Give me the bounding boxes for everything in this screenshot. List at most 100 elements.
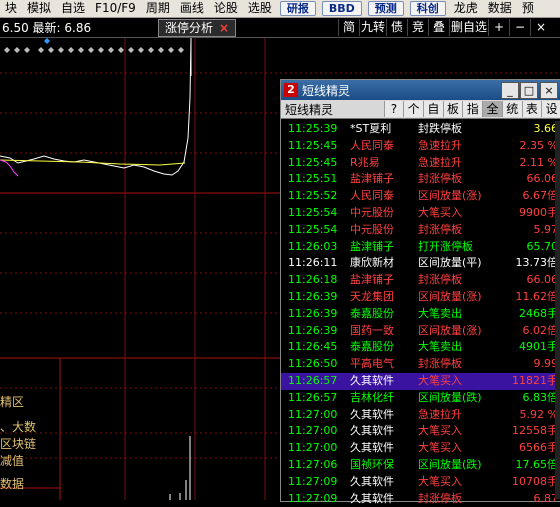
nine-turn-button[interactable]: 九转 (359, 19, 386, 36)
alert-time: 11:25:54 (288, 205, 338, 219)
window-toolbar: 短线精灵 ? 个 自 板 指 全 统 表 设 (281, 100, 560, 119)
sector-panel: 精区 、大数 区块链 减值 数据 (0, 360, 60, 500)
simple-button[interactable]: 简 (338, 19, 359, 36)
alert-row[interactable]: 11:25:54 中元股份 封涨停板 5.97 (281, 222, 560, 239)
scrollbar[interactable] (555, 121, 560, 499)
close-button[interactable]: × (540, 82, 558, 99)
close-icon[interactable]: × (219, 21, 229, 35)
window-titlebar[interactable]: 2 短线精灵 _ □ × (281, 80, 560, 100)
window-title: 短线精灵 (302, 83, 351, 98)
alert-stock-name: 盐津铺子 (350, 239, 394, 253)
alert-type: 大笔卖出 (418, 306, 462, 320)
chart-header: 6.50 最新: 6.86 涨停分析 × 简 九转 债 竞 叠 删自选 + − × (0, 18, 560, 38)
alert-type: 封涨停板 (418, 491, 462, 505)
alert-row[interactable]: 11:25:54 中元股份 大笔买入 9900手 (281, 205, 560, 222)
minus-icon[interactable]: − (509, 19, 530, 36)
alert-type: 封涨停板 (418, 357, 462, 371)
research-button[interactable]: 研报 (279, 1, 316, 16)
close-icon[interactable]: × (530, 19, 551, 36)
alert-row[interactable]: 11:26:39 泰嘉股份 大笔卖出 2468手 (281, 306, 560, 323)
app-icon: 2 (284, 83, 298, 97)
menu-item-f10[interactable]: F10/F9 (90, 0, 141, 17)
alert-row[interactable]: 11:26:45 泰嘉股份 大笔卖出 4901手 (281, 339, 560, 356)
menu-item-data[interactable]: 数据 (483, 0, 517, 17)
watchlist-button[interactable]: 自 (422, 101, 443, 117)
sector-line: 减值 (0, 454, 25, 468)
alert-row[interactable]: 11:26:39 天龙集团 区间放量(涨) 11.62倍 (281, 289, 560, 306)
alert-row[interactable]: 11:26:11 康欣新材 区间放量(平) 13.73倍 (281, 255, 560, 272)
alert-row[interactable]: 11:25:39 *ST夏利 封跌停板 3.66 (281, 121, 560, 138)
alert-value: 65.70 (526, 239, 559, 253)
alert-time: 11:26:39 (288, 306, 338, 320)
minimize-button[interactable]: _ (501, 82, 519, 99)
alert-row[interactable]: 11:25:51 盐津铺子 封涨停板 66.06 (281, 171, 560, 188)
alert-row[interactable]: 11:26:57 吉林化纤 区间放量(跌) 6.83倍 (281, 390, 560, 407)
alert-time: 11:26:39 (288, 323, 338, 337)
table-button[interactable]: 表 (521, 101, 542, 117)
menu-item-screener[interactable]: 选股 (243, 0, 277, 17)
alert-time: 11:25:39 (288, 122, 338, 135)
short-line-elf-window[interactable]: 2 短线精灵 _ □ × 短线精灵 ? 个 自 板 指 全 统 表 设 11:2… (280, 79, 560, 505)
menu-item-watchlist[interactable]: 自选 (56, 0, 90, 17)
alert-value: 66.06 (526, 273, 559, 287)
overlay-button[interactable]: 叠 (428, 19, 449, 36)
menu-item-dragon-tiger[interactable]: 龙虎 (449, 0, 483, 17)
help-button[interactable]: ? (383, 101, 404, 117)
alert-row[interactable]: 11:26:18 盐津铺子 封涨停板 66.06 (281, 272, 560, 289)
settings-button[interactable]: 设 (541, 101, 560, 117)
all-button[interactable]: 全 (482, 101, 502, 117)
marker-icon (44, 38, 50, 44)
alert-row[interactable]: 11:26:03 盐津铺子 打开涨停板 65.70 (281, 239, 560, 256)
maximize-button[interactable]: □ (520, 82, 538, 99)
menu-item-block[interactable]: 块 (0, 0, 22, 17)
alert-time: 11:26:03 (288, 239, 338, 253)
alert-row[interactable]: 11:27:00 久其软件 大笔买入 12558手 (281, 423, 560, 440)
bbd-button[interactable]: BBD (321, 1, 362, 16)
forecast-button[interactable]: 预测 (367, 1, 404, 16)
alert-row[interactable]: 11:26:39 国药一致 区间放量(涨) 6.02倍 (281, 323, 560, 340)
alert-row[interactable]: 11:27:09 久其软件 封涨停板 6.87 (281, 491, 560, 507)
alert-row[interactable]: 11:27:06 国祯环保 区间放量(跌) 17.65倍 (281, 457, 560, 474)
alert-time: 11:26:18 (288, 273, 338, 287)
alert-row[interactable]: 11:27:09 久其软件 大笔买入 10708手 (281, 474, 560, 491)
alert-row[interactable]: 11:25:52 人民同泰 区间放量(涨) 6.67倍 (281, 188, 560, 205)
alert-row[interactable]: 11:26:50 平高电气 封涨停板 9.99 (281, 356, 560, 373)
alert-row[interactable]: 11:27:00 久其软件 大笔买入 6566手 (281, 440, 560, 457)
alert-stock-name: 中元股份 (350, 205, 394, 219)
latest-value: 6.86 (64, 21, 92, 35)
star-market-button[interactable]: 科创 (409, 1, 446, 16)
bond-button[interactable]: 债 (386, 19, 407, 36)
tab-limit-up-analysis[interactable]: 涨停分析 × (158, 19, 237, 37)
alert-stock-name: 国祯环保 (350, 457, 394, 471)
index-button[interactable]: 指 (462, 101, 483, 117)
stats-button[interactable]: 统 (501, 101, 522, 117)
alert-time: 11:27:00 (288, 424, 338, 438)
alert-stock-name: 泰嘉股份 (350, 340, 394, 354)
menu-item-forecast[interactable]: 预 (517, 0, 539, 17)
alert-stock-name: 中元股份 (350, 222, 394, 236)
alert-time: 11:25:45 (288, 155, 338, 169)
plus-icon[interactable]: + (488, 19, 509, 36)
tab-label: 涨停分析 (165, 21, 214, 35)
alert-type: 封涨停板 (418, 273, 462, 287)
alert-time: 11:27:06 (288, 457, 338, 471)
alert-type: 区间放量(跌) (418, 390, 482, 404)
alert-row[interactable]: 11:26:57 久其软件 大笔买入 11821手 (281, 372, 560, 390)
alert-time: 11:27:09 (288, 491, 338, 505)
menu-item-simulate[interactable]: 模拟 (22, 0, 56, 17)
alert-row[interactable]: 11:25:45 人民同泰 急速拉升 2.35 % (281, 138, 560, 155)
alert-time: 11:26:57 (288, 373, 338, 387)
alert-row[interactable]: 11:27:00 久其软件 急速拉升 5.92 % (281, 407, 560, 424)
auction-button[interactable]: 竞 (407, 19, 428, 36)
individual-button[interactable]: 个 (403, 101, 423, 117)
menu-item-period[interactable]: 周期 (141, 0, 175, 17)
alert-row[interactable]: 11:25:45 R兆易 急速拉升 2.11 % (281, 155, 560, 172)
remove-watchlist-button[interactable]: 删自选 (449, 19, 488, 36)
sector-button[interactable]: 板 (442, 101, 463, 117)
menu-item-draw[interactable]: 画线 (175, 0, 209, 17)
alert-type: 封涨停板 (418, 172, 462, 186)
alert-type: 大笔卖出 (418, 340, 462, 354)
alert-stock-name: 人民同泰 (350, 138, 394, 152)
menu-item-forum[interactable]: 论股 (209, 0, 243, 17)
alert-stock-name: 泰嘉股份 (350, 306, 394, 320)
